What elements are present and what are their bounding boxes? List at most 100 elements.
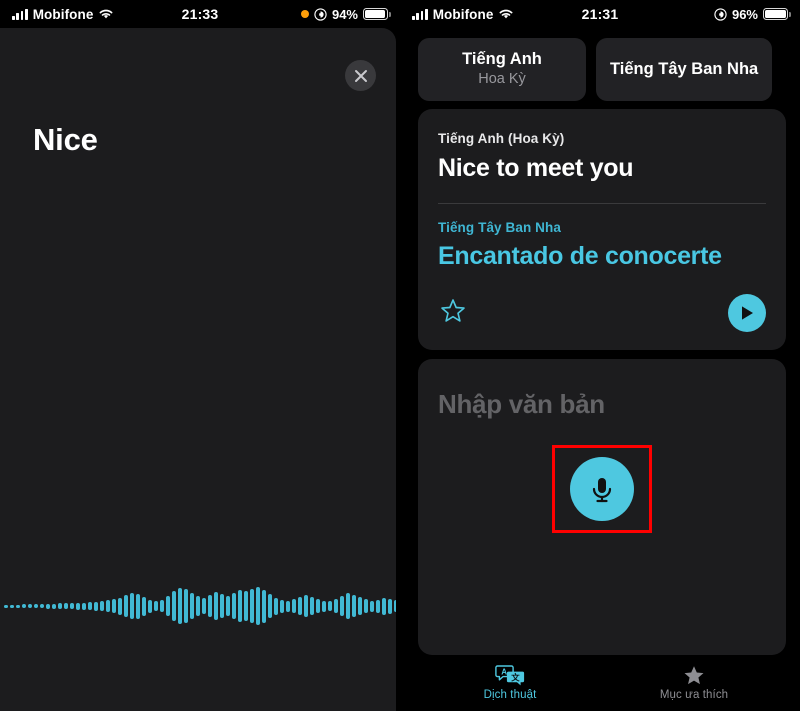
waveform-bar	[100, 601, 104, 611]
mic-highlight-box	[552, 445, 652, 534]
source-language-region: Hoa Kỳ	[478, 71, 526, 88]
waveform-bar	[136, 593, 140, 619]
waveform-bar	[382, 597, 386, 615]
close-button[interactable]	[345, 60, 376, 91]
waveform-bar	[262, 589, 266, 623]
waveform-bar	[88, 602, 92, 610]
waveform-bar	[214, 592, 218, 620]
waveform-bar	[148, 599, 152, 613]
waveform-bar	[112, 599, 116, 613]
waveform-bar	[334, 599, 338, 613]
target-language-button[interactable]: Tiếng Tây Ban Nha	[596, 38, 773, 101]
mic-button-area	[418, 445, 786, 534]
audio-waveform	[0, 576, 396, 636]
left-phone-panel: Mobifone 21:33 94% Nice	[0, 0, 400, 711]
waveform-bar	[274, 597, 278, 615]
waveform-bar	[232, 593, 236, 619]
text-input-placeholder: Nhập văn bản	[438, 389, 605, 420]
favorite-button[interactable]	[438, 298, 468, 328]
waveform-bar	[208, 595, 212, 617]
microphone-icon	[587, 473, 617, 505]
waveform-bar	[322, 600, 326, 612]
text-input-card[interactable]: Nhập văn bản	[418, 359, 786, 655]
waveform-bar	[64, 603, 68, 609]
waveform-bar	[352, 595, 356, 617]
waveform-bar	[22, 604, 26, 608]
waveform-bar	[202, 598, 206, 614]
target-language-name: Tiếng Tây Ban Nha	[610, 59, 759, 78]
left-status-bar: Mobifone 21:33 94%	[0, 0, 400, 28]
waveform-bar	[178, 588, 182, 624]
right-status-bar: Mobifone 21:31 96%	[400, 0, 800, 28]
waveform-bar	[226, 596, 230, 616]
waveform-bar	[118, 597, 122, 615]
waveform-bar	[376, 599, 380, 613]
waveform-bar	[172, 591, 176, 621]
clock-label: 21:31	[581, 6, 619, 22]
waveform-bar	[82, 602, 86, 610]
waveform-bar	[370, 600, 374, 612]
clock-label: 21:33	[181, 6, 219, 22]
play-audio-button[interactable]	[728, 294, 766, 333]
source-language-button[interactable]: Tiếng Anh Hoa Kỳ	[418, 38, 586, 101]
translation-card[interactable]: Tiếng Anh (Hoa Kỳ) Nice to meet you Tiến…	[418, 108, 786, 351]
star-outline-icon	[439, 297, 467, 330]
waveform-bar	[190, 593, 194, 619]
source-language-name: Tiếng Anh	[462, 50, 542, 68]
tab-translate[interactable]: A 文 Dịch thuật	[418, 663, 602, 701]
waveform-bar	[244, 591, 248, 621]
waveform-bar	[4, 604, 8, 608]
tab-favorites[interactable]: Mục ưa thích	[602, 663, 786, 701]
translation-card-actions	[438, 294, 766, 336]
waveform-bar	[46, 603, 50, 609]
source-text: Nice to meet you	[438, 153, 634, 182]
dictation-sheet: Nice	[0, 28, 396, 711]
svg-text:A: A	[501, 667, 507, 676]
star-filled-icon	[682, 663, 706, 687]
waveform-bar	[94, 601, 98, 611]
waveform-bar	[304, 595, 308, 617]
waveform-bar	[166, 596, 170, 616]
svg-text:文: 文	[511, 672, 520, 682]
waveform-bar	[328, 601, 332, 611]
waveform-bar	[124, 595, 128, 617]
waveform-bar	[286, 600, 290, 612]
waveform-bar	[292, 599, 296, 613]
waveform-bar	[358, 597, 362, 615]
waveform-bar	[220, 594, 224, 618]
waveform-bar	[40, 604, 44, 608]
waveform-bar	[154, 601, 158, 611]
translate-bubbles-icon: A 文	[495, 663, 525, 687]
waveform-bar	[28, 604, 32, 608]
waveform-bar	[52, 603, 56, 609]
tab-favorites-label: Mục ưa thích	[659, 689, 729, 701]
waveform-bar	[364, 599, 368, 613]
waveform-bar	[34, 604, 38, 608]
target-language-label: Tiếng Tây Ban Nha	[438, 219, 561, 235]
waveform-bar	[16, 604, 20, 608]
language-selector-row: Tiếng Anh Hoa Kỳ Tiếng Tây Ban Nha	[400, 28, 800, 109]
waveform-bar	[280, 599, 284, 613]
right-phone-panel: Mobifone 21:31 96% Tiếng Anh Hoa Kỳ Tiến…	[400, 0, 800, 711]
waveform-bar	[316, 599, 320, 613]
microphone-button[interactable]	[570, 457, 634, 522]
waveform-bar	[196, 596, 200, 616]
waveform-bar	[184, 589, 188, 623]
waveform-bar	[10, 604, 14, 608]
waveform-bar	[268, 594, 272, 618]
waveform-bar	[394, 600, 396, 612]
source-language-label: Tiếng Anh (Hoa Kỳ)	[438, 130, 565, 146]
waveform-bar	[310, 597, 314, 615]
waveform-bar	[388, 598, 392, 614]
waveform-bar	[106, 600, 110, 612]
card-divider	[438, 202, 766, 204]
screenshot-root: Mobifone 21:33 94% Nice Mobifone 21:31 9…	[0, 0, 800, 711]
waveform-bar	[58, 603, 62, 609]
waveform-bar	[340, 596, 344, 616]
waveform-bar	[76, 602, 80, 610]
play-triangle-icon	[739, 305, 755, 321]
waveform-bar	[70, 603, 74, 609]
bottom-tab-bar: A 文 Dịch thuật Mục ưa thích	[400, 655, 800, 711]
close-x-icon	[354, 69, 368, 83]
dictation-recognized-text: Nice	[33, 122, 98, 157]
